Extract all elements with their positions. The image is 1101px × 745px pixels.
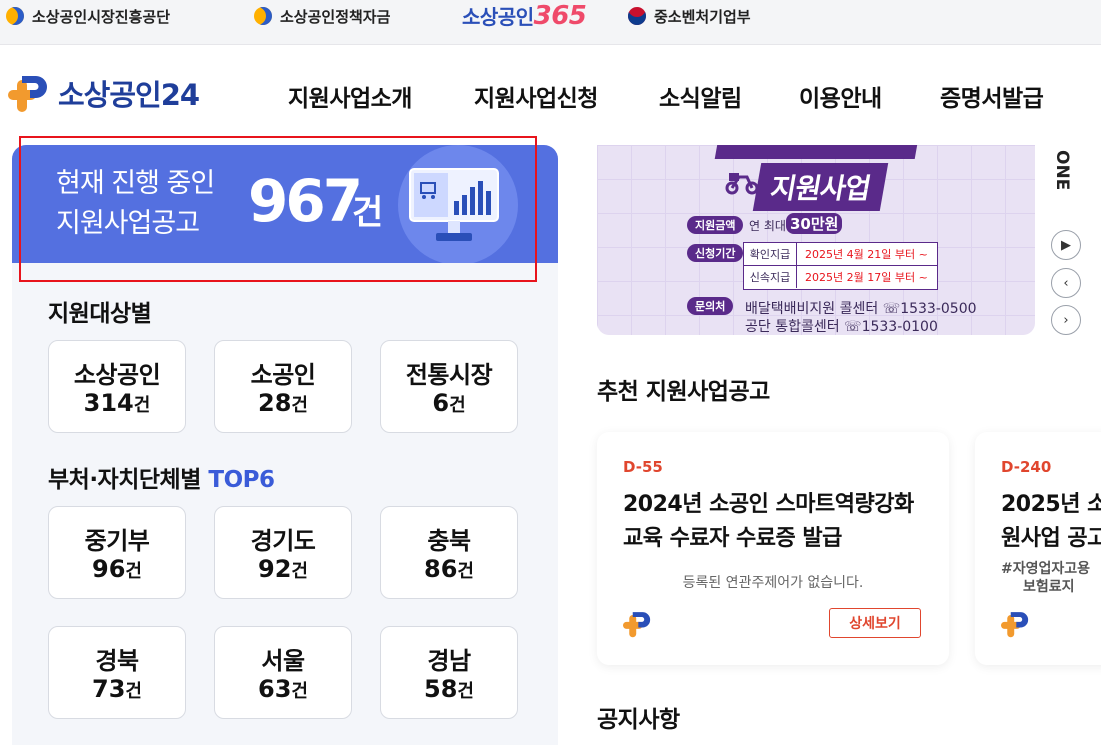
recommend-title: 추천 지원사업공고 <box>597 379 770 405</box>
promo-contact2: 공단 통합콜센터 ☏1533-0100 <box>745 319 938 335</box>
promo-label-contact: 문의처 <box>687 297 734 315</box>
p-logo-icon <box>8 76 47 112</box>
promo-side-text: ONE <box>1052 150 1072 191</box>
target-card-small-business[interactable]: 소상공인 314건 <box>48 340 186 433</box>
target-card-manufacturer[interactable]: 소공인 28건 <box>214 340 352 433</box>
nav-guide[interactable]: 이용안내 <box>799 79 882 113</box>
region-card-gyeonggi[interactable]: 경기도 92건 <box>214 506 352 599</box>
region-card-chungbuk[interactable]: 충북 86건 <box>380 506 518 599</box>
detail-button[interactable]: 상세보기 <box>829 608 921 638</box>
promo-banner[interactable]: 지원사업 지원금액 연 최대 30만원 신청기간 확인지급 2025년 4월 21… <box>597 145 1035 335</box>
by-region-title: 부처·자치단체별 TOP6 <box>48 467 275 493</box>
promo-title: 지원사업 <box>752 163 889 211</box>
play-icon: ▶ <box>1061 237 1071 253</box>
chevron-left-icon: ‹ <box>1063 275 1069 291</box>
link-policy-fund[interactable]: 소상공인정책자금 <box>254 0 390 32</box>
promo-amount: 30만원 <box>786 213 843 234</box>
card-title: 2025년 소 원사업 공고 <box>1001 492 1101 551</box>
government-emblem-icon <box>628 7 646 25</box>
recommend-card[interactable]: D-240 2025년 소 원사업 공고 #자영업자고용 보험료지 <box>975 432 1101 665</box>
card-keywords: 등록된 연관주제어가 없습니다. <box>682 575 864 591</box>
dday-badge: D-55 <box>623 458 663 476</box>
promo-title-top <box>714 145 920 159</box>
nav-news[interactable]: 소식알림 <box>659 79 742 113</box>
link-mss[interactable]: 중소벤처기업부 <box>628 0 751 32</box>
nav-program-apply[interactable]: 지원사업신청 <box>474 79 598 113</box>
top-utility-bar: 소상공인시장진흥공단 소상공인정책자금 소상공인365 중소벤처기업부 <box>0 0 1101 45</box>
promo-contact1: 배달택배비지원 콜센터 ☏1533-0500 <box>745 301 977 317</box>
nav-program-intro[interactable]: 지원사업소개 <box>288 79 412 113</box>
notice-title: 공지사항 <box>597 707 680 733</box>
region-card-seoul[interactable]: 서울 63건 <box>214 626 352 719</box>
target-card-traditional-market[interactable]: 전통시장 6건 <box>380 340 518 433</box>
p-logo-icon <box>1001 612 1029 638</box>
brand-365-logo: 소상공인365 <box>462 1 587 31</box>
play-button[interactable]: ▶ <box>1051 230 1081 260</box>
card-title: 2024년 소공인 스마트역량강화 교육 수료자 수료증 발급 <box>623 492 914 551</box>
promo-amount-prefix: 연 최대 <box>749 219 786 233</box>
chevron-right-icon: › <box>1063 312 1069 328</box>
site-logo[interactable]: 소상공인24 <box>8 71 200 115</box>
highlight-box <box>19 136 537 282</box>
delivery-scooter-icon <box>725 173 759 195</box>
main-header: 소상공인24 지원사업소개 지원사업신청 소식알림 이용안내 증명서발급 <box>0 45 1101 145</box>
region-card-gyeongbuk[interactable]: 경북 73건 <box>48 626 186 719</box>
recommend-card[interactable]: D-55 2024년 소공인 스마트역량강화 교육 수료자 수료증 발급 등록된… <box>597 432 949 665</box>
promo-label-amount: 지원금액 <box>687 216 744 234</box>
top6-label: TOP6 <box>208 467 275 493</box>
promo-label-period: 신청기간 <box>687 244 744 262</box>
link-365[interactable]: 소상공인365 <box>462 0 587 32</box>
semas-logo-icon <box>254 7 272 25</box>
next-button[interactable]: › <box>1051 305 1081 335</box>
card-keywords: #자영업자고용 보험료지 <box>1001 561 1091 595</box>
nav-certificate[interactable]: 증명서발급 <box>940 79 1044 113</box>
by-target-title: 지원대상별 <box>48 301 152 327</box>
link-semas[interactable]: 소상공인시장진흥공단 <box>6 0 170 32</box>
promo-period-table: 확인지급 2025년 4월 21일 부터 ~ 신속지급 2025년 2월 17일 부… <box>743 242 938 290</box>
dday-badge: D-240 <box>1001 458 1052 476</box>
p-logo-icon <box>623 612 651 638</box>
region-card-mss[interactable]: 중기부 96건 <box>48 506 186 599</box>
semas-logo-icon <box>6 7 24 25</box>
region-card-gyeongnam[interactable]: 경남 58건 <box>380 626 518 719</box>
prev-button[interactable]: ‹ <box>1051 268 1081 298</box>
